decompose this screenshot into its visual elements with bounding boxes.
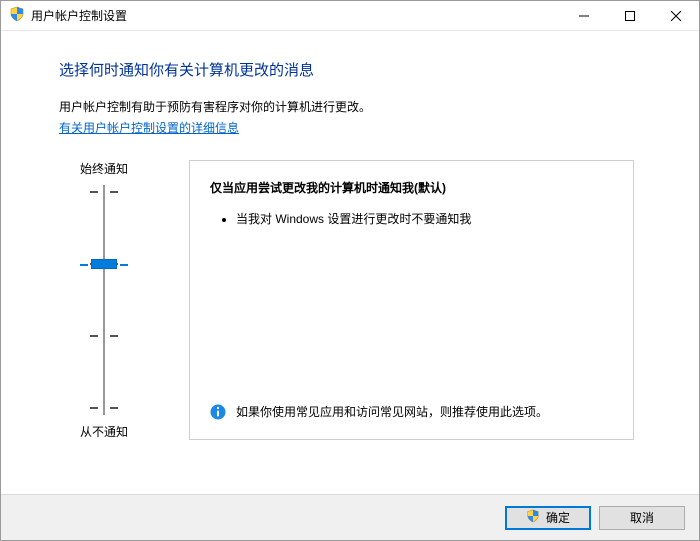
main-area: 始终通知 从不通知 仅当应用尝试更改我的计算机时通知我(默认) 当我对 Wind… <box>59 160 671 440</box>
page-heading: 选择何时通知你有关计算机更改的消息 <box>59 59 671 80</box>
recommendation-text: 如果你使用常见应用和访问常见网站，则推荐使用此选项。 <box>236 403 548 421</box>
slider-top-label: 始终通知 <box>80 160 128 177</box>
uac-slider[interactable] <box>74 185 134 415</box>
button-bar: 确定 取消 <box>1 494 699 540</box>
ok-button[interactable]: 确定 <box>505 506 591 530</box>
slider-bottom-label: 从不通知 <box>80 423 128 440</box>
titlebar-left: 用户帐户控制设置 <box>1 6 561 25</box>
detail-panel: 仅当应用尝试更改我的计算机时通知我(默认) 当我对 Windows 设置进行更改… <box>189 160 634 440</box>
content-area: 选择何时通知你有关计算机更改的消息 用户帐户控制有助于预防有害程序对你的计算机进… <box>1 31 699 440</box>
detail-bullet: 当我对 Windows 设置进行更改时不要通知我 <box>236 210 613 227</box>
cancel-button[interactable]: 取消 <box>599 506 685 530</box>
window-titlebar: 用户帐户控制设置 <box>1 1 699 31</box>
cancel-button-label: 取消 <box>630 509 654 526</box>
maximize-button[interactable] <box>607 1 653 30</box>
close-button[interactable] <box>653 1 699 30</box>
recommendation-row: 如果你使用常见应用和访问常见网站，则推荐使用此选项。 <box>210 403 613 423</box>
slider-tick <box>90 191 118 193</box>
ok-button-label: 确定 <box>546 509 570 526</box>
page-description: 用户帐户控制有助于预防有害程序对你的计算机进行更改。 <box>59 98 671 115</box>
detail-title: 仅当应用尝试更改我的计算机时通知我(默认) <box>210 179 613 196</box>
shield-icon <box>526 509 540 526</box>
slider-tick <box>90 335 118 337</box>
shield-icon <box>9 6 25 25</box>
slider-tick <box>90 407 118 409</box>
slider-column: 始终通知 从不通知 <box>59 160 149 440</box>
window-title: 用户帐户控制设置 <box>31 7 127 24</box>
slider-thumb[interactable] <box>91 259 117 269</box>
slider-line <box>103 185 105 415</box>
detail-list: 当我对 Windows 设置进行更改时不要通知我 <box>210 210 613 391</box>
minimize-button[interactable] <box>561 1 607 30</box>
titlebar-controls <box>561 1 699 30</box>
info-icon <box>210 403 226 423</box>
more-info-link[interactable]: 有关用户帐户控制设置的详细信息 <box>59 119 239 136</box>
